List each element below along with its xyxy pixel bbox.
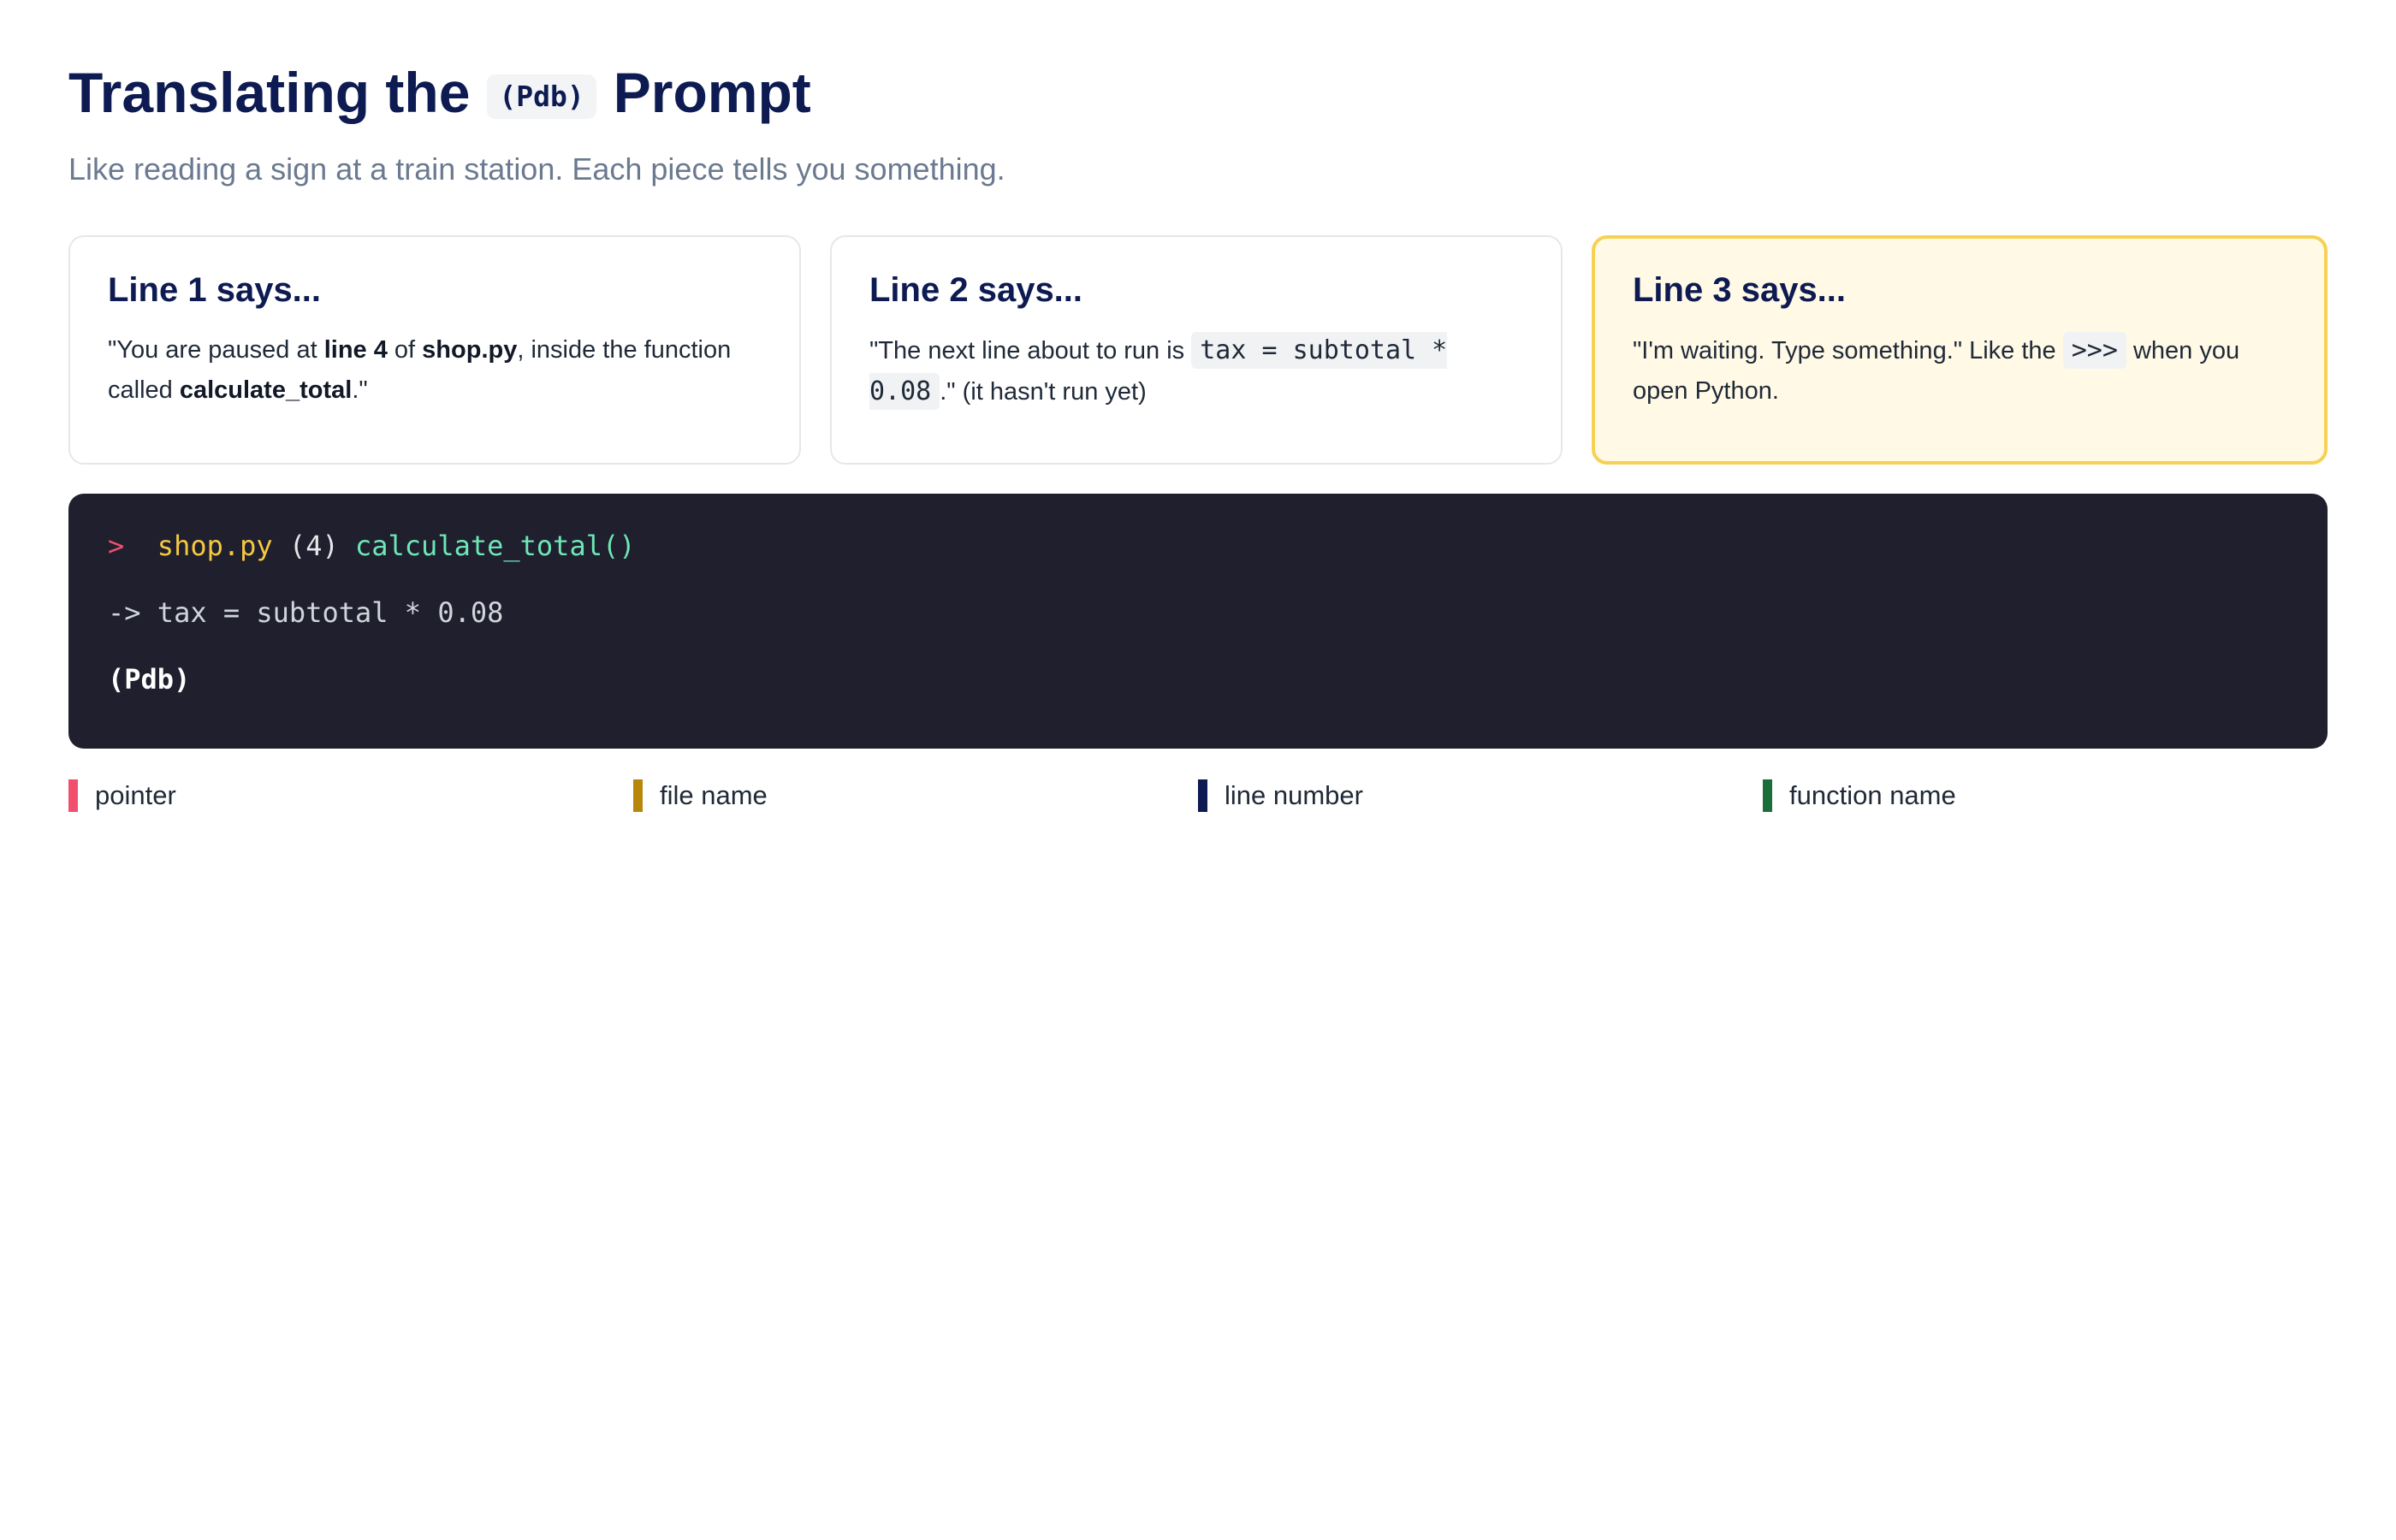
legend-swatch xyxy=(1198,779,1207,813)
legend-label: file name xyxy=(660,780,768,811)
inline-code-python-prompt: >>> xyxy=(2062,332,2126,370)
legend-swatch xyxy=(633,779,643,813)
legend-swatch xyxy=(68,779,78,813)
explanation-cards: Line 1 says... "You are paused at line 4… xyxy=(68,235,2328,465)
terminal-function-name: calculate_total() xyxy=(354,530,636,563)
legend-label: line number xyxy=(1225,780,1363,811)
legend-item-function-name: function name xyxy=(1763,779,2328,813)
card-title: Line 2 says... xyxy=(869,271,1083,310)
title-text-start: Translating the xyxy=(68,61,471,124)
color-legend: pointer file name line number function n… xyxy=(68,779,2328,813)
card-line-2: Line 2 says... "The next line about to r… xyxy=(830,235,1563,465)
page: Translating the (Pdb) Prompt Like readin… xyxy=(0,0,2396,813)
card-body: "I'm waiting. Type something." Like the … xyxy=(1633,330,2286,411)
card-title: Line 3 says... xyxy=(1633,271,1847,310)
card-title: Line 1 says... xyxy=(108,271,322,310)
card-line-3: Line 3 says... "I'm waiting. Type someth… xyxy=(1592,235,2328,465)
bold-line-number: line 4 xyxy=(323,336,388,364)
terminal-location-line: > shop.py (4) calculate_total() xyxy=(108,530,2288,562)
page-subtitle: Like reading a sign at a train station. … xyxy=(68,151,1005,187)
legend-item-pointer: pointer xyxy=(68,779,633,813)
bold-function-name: calculate_total xyxy=(179,376,353,404)
legend-item-line-number: line number xyxy=(1198,779,1763,813)
card-body: "The next line about to run is tax = sub… xyxy=(869,330,1523,412)
legend-label: pointer xyxy=(95,780,176,811)
legend-label: function name xyxy=(1789,780,1956,811)
page-title: Translating the (Pdb) Prompt xyxy=(68,62,2328,124)
terminal-output: > shop.py (4) calculate_total() -> tax =… xyxy=(68,494,2328,749)
terminal-next-line: -> tax = subtotal * 0.08 xyxy=(108,596,504,630)
legend-swatch xyxy=(1763,779,1772,813)
terminal-line-number: (4) xyxy=(288,530,339,563)
bold-file-name: shop.py xyxy=(422,336,518,364)
legend-item-file-name: file name xyxy=(633,779,1198,813)
card-line-1: Line 1 says... "You are paused at line 4… xyxy=(68,235,801,465)
terminal-pdb-prompt: (Pdb) xyxy=(108,663,191,696)
terminal-file-name: shop.py xyxy=(157,530,273,563)
title-text-end: Prompt xyxy=(613,61,811,124)
title-code-chip: (Pdb) xyxy=(487,74,596,120)
terminal-pointer: > xyxy=(108,530,125,563)
card-body: "You are paused at line 4 of shop.py, in… xyxy=(108,336,732,404)
